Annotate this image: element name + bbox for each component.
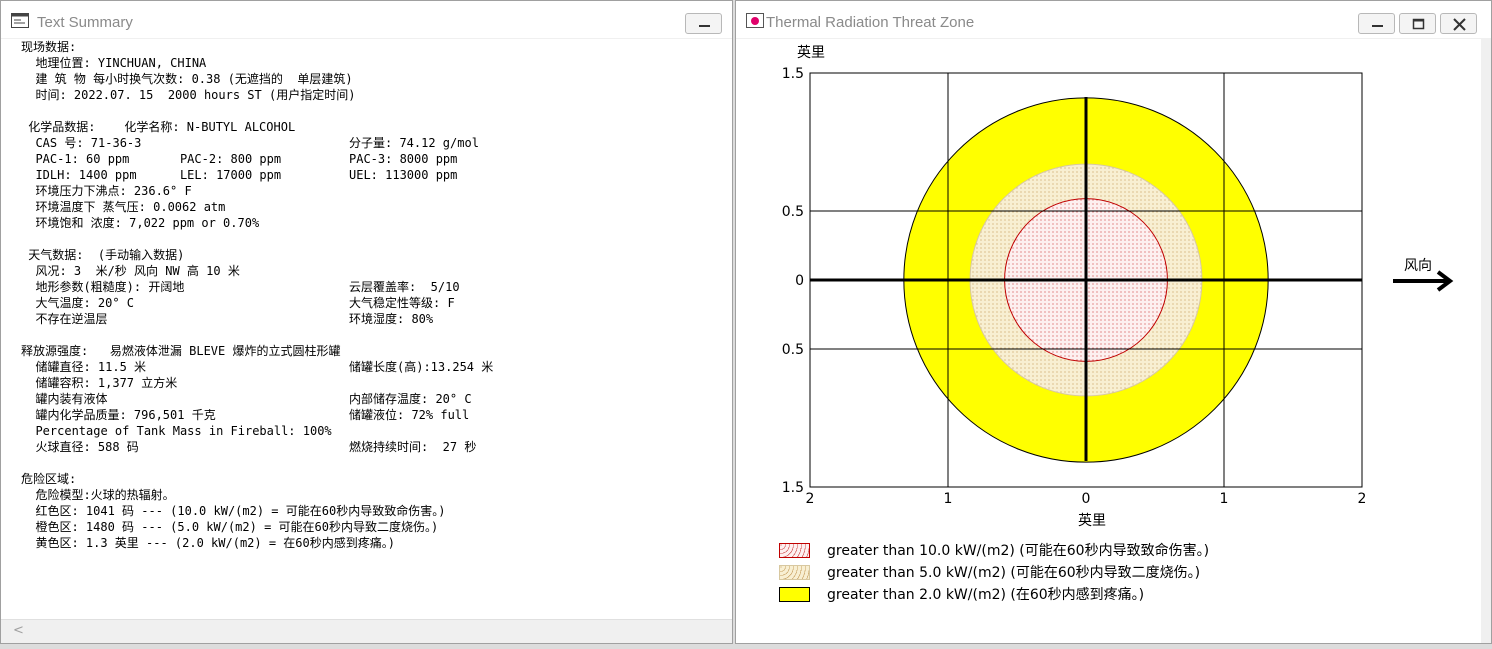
summary-line: 橙色区: 1480 码 --- (5.0 kW/(m2) = 可能在60秒内导致… [21,520,439,534]
legend-swatch [779,587,810,602]
legend-label: greater than 5.0 kW/(m2) (可能在60秒内导致二度烧伤。… [827,565,1201,581]
summary-line: 罐内装有液体 [21,392,108,406]
summary-line: IDLH: 1400 ppm LEL: 17000 ppm [21,168,282,182]
x-tick-label: 2 [806,491,815,507]
text-summary-content: 现场数据: 地理位置: YINCHUAN, CHINA 建 筑 物 每小时换气次… [1,39,732,619]
y-tick-label: 1.5 [782,66,804,82]
legend-swatch [779,543,810,558]
summary-line: 地理位置: YINCHUAN, CHINA [21,56,207,70]
threat-zone-window: Thermal Radiation Threat Zone 1.5 0.5 0 … [735,0,1492,644]
x-axis-label: 英里 [1078,513,1106,529]
close-icon [1453,18,1466,31]
y-tick-label: 0 [795,273,804,289]
x-tick-label: 2 [1358,491,1367,507]
summary-line: 释放源强度: 易燃液体泄漏 BLEVE 爆炸的立式圆柱形罐 [21,344,341,358]
summary-line-right: UEL: 113000 ppm [349,168,458,182]
summary-line: 现场数据: [21,40,77,54]
summary-line: 红色区: 1041 码 --- (10.0 kW/(m2) = 可能在60秒内导… [21,504,446,518]
x-tick-label: 1 [1220,491,1229,507]
summary-line: PAC-1: 60 ppm PAC-2: 800 ppm [21,152,282,166]
summary-line: 环境压力下沸点: 236.6° F [21,184,192,198]
summary-line: 大气温度: 20° C [21,296,135,310]
threat-zone-title: Thermal Radiation Threat Zone [766,14,975,31]
legend-label: greater than 2.0 kW/(m2) (在60秒内感到疼痛。) [827,587,1145,603]
summary-line: 储罐直径: 11.5 米 [21,360,147,374]
maximize-icon [1412,18,1425,30]
threat-zone-titlebar[interactable]: Thermal Radiation Threat Zone [736,1,1491,39]
summary-line-right: 环境湿度: 80% [349,312,434,326]
summary-line-right: PAC-3: 8000 ppm [349,152,458,166]
text-summary-window: Text Summary 现场数据: 地理位置: YINCHUAN, CHINA… [0,0,733,644]
summary-line-right: 分子量: 74.12 g/mol [349,136,479,150]
horizontal-scrollbar[interactable]: < [1,619,732,643]
minimize-button[interactable] [685,13,722,34]
threat-zone-plot-area: 1.5 0.5 0 0.5 1.5 2 1 0 1 2 英里 英里 风向 greater than… [736,39,1491,643]
summary-line: 储罐容积: 1,377 立方米 [21,376,178,390]
y-tick-label: 0.5 [782,204,804,220]
summary-line: 环境温度下 蒸气压: 0.0062 atm [21,200,226,214]
x-tick-label: 1 [944,491,953,507]
y-tick-label: 1.5 [782,480,804,496]
x-tick-label: 0 [1082,491,1091,507]
minimize-icon [699,25,710,27]
summary-line-right: 燃烧持续时间: 27 秒 [349,440,477,454]
text-summary-titlebar[interactable]: Text Summary [1,1,732,39]
summary-line: 危险区域: [21,472,77,486]
summary-line-right: 云层覆盖率: 5/10 [349,280,460,294]
close-button[interactable] [1440,13,1477,34]
scroll-left-icon[interactable]: < [13,623,24,638]
summary-line: 黄色区: 1.3 英里 --- (2.0 kW/(m2) = 在60秒内感到疼痛… [21,536,395,550]
text-summary-window-icon [11,13,29,28]
minimize-icon [1372,25,1383,27]
text-summary-title: Text Summary [37,14,133,31]
y-axis-label: 英里 [797,45,825,61]
threat-zone-window-icon [746,13,764,28]
summary-line: 化学品数据: 化学名称: N-BUTYL ALCOHOL [21,120,296,134]
summary-line: 地形参数(粗糙度): 开阔地 [21,280,185,294]
summary-line: 建 筑 物 每小时换气次数: 0.38 (无遮挡的 单层建筑) [21,72,353,86]
summary-line: 火球直径: 588 码 [21,440,139,454]
summary-line-right: 储罐液位: 72% full [349,408,470,422]
summary-line: 风况: 3 米/秒 风向 NW 高 10 米 [21,264,240,278]
summary-line: CAS 号: 71-36-3 [21,136,142,150]
summary-line: 时间: 2022.07. 15 2000 hours ST (用户指定时间) [21,88,356,102]
summary-line: Percentage of Tank Mass in Fireball: 100… [21,424,332,438]
summary-line-right: 大气稳定性等级: F [349,296,455,310]
minimize-button[interactable] [1358,13,1395,34]
summary-line: 环境饱和 浓度: 7,022 ppm or 0.70% [21,216,260,230]
summary-line: 罐内化学品质量: 796,501 千克 [21,408,216,422]
summary-line: 危险模型:火球的热辐射。 [21,488,175,502]
summary-line: 天气数据: (手动输入数据) [21,248,185,262]
wind-arrow-icon [1393,270,1454,292]
summary-line: 不存在逆温层 [21,312,108,326]
summary-line-right: 内部储存温度: 20° C [349,392,472,406]
y-tick-label: 0.5 [782,342,804,358]
legend-label: greater than 10.0 kW/(m2) (可能在60秒内导致致命伤害… [827,543,1210,559]
maximize-button[interactable] [1399,13,1436,34]
summary-line-right: 储罐长度(高):13.254 米 [349,360,494,374]
vertical-scrollbar[interactable] [1481,39,1491,643]
legend-swatch [779,565,810,580]
